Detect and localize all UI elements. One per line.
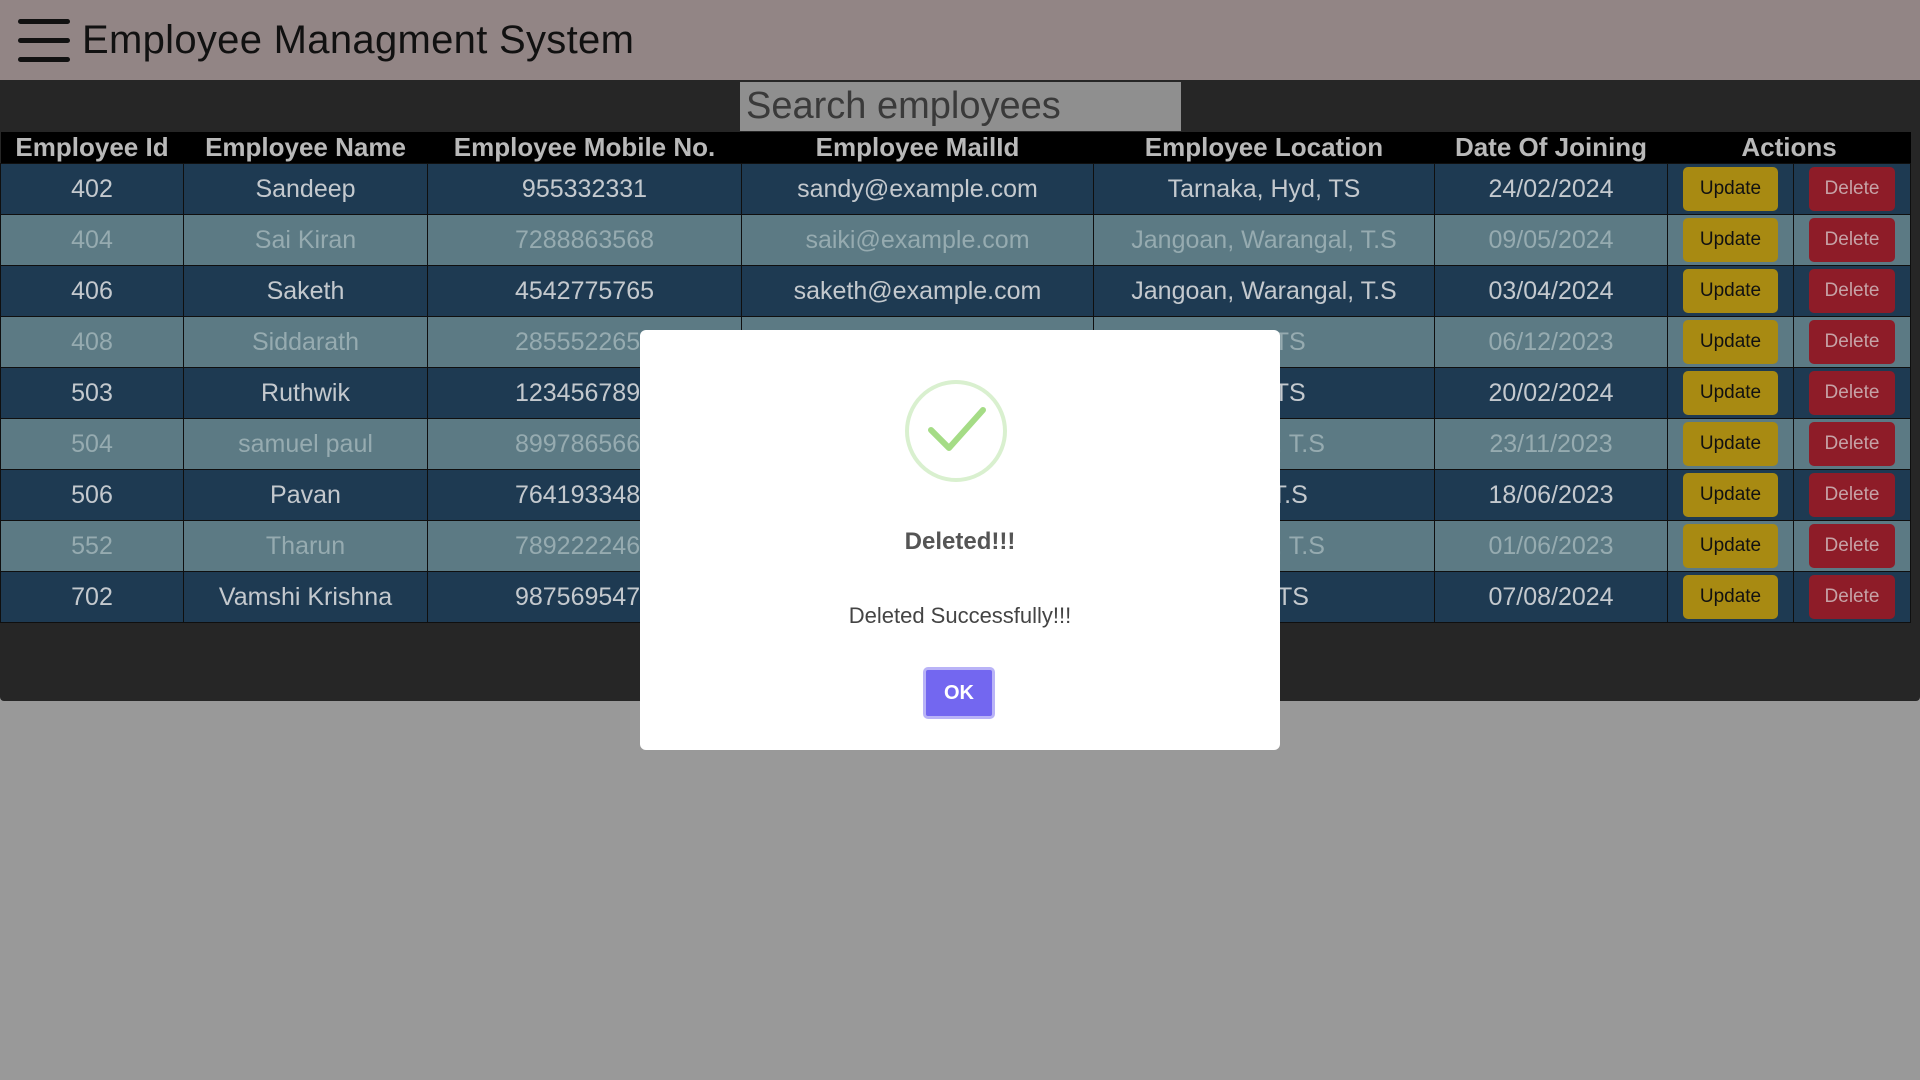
modal-overlay: Deleted!!! Deleted Successfully!!! OK <box>0 0 1920 1080</box>
success-dialog: Deleted!!! Deleted Successfully!!! OK <box>640 330 1280 750</box>
dialog-message: Deleted Successfully!!! <box>848 603 1072 628</box>
ok-button[interactable]: OK <box>923 667 995 719</box>
success-check-icon <box>905 380 1007 482</box>
dialog-title: Deleted!!! <box>904 528 1016 555</box>
